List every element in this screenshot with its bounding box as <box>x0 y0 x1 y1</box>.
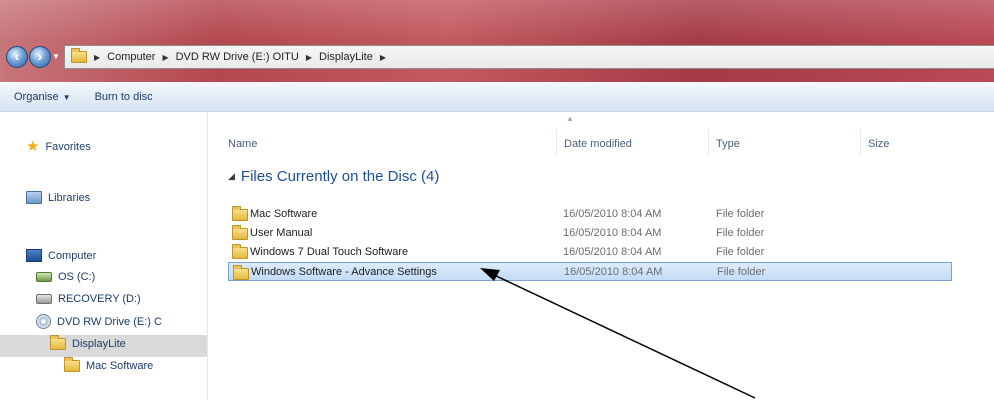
nav-item-displaylite[interactable]: DisplayLite <box>50 335 126 350</box>
organise-label: Organise <box>14 90 59 103</box>
file-row[interactable]: Windows 7 Dual Touch Software 16/05/2010… <box>228 242 952 261</box>
nav-item-label: Libraries <box>48 191 91 204</box>
breadcrumb-dvd-drive[interactable]: DVD RW Drive (E:) OITU <box>176 51 299 63</box>
chevron-down-icon: ▼ <box>62 92 71 102</box>
breadcrumb-displaylite[interactable]: DisplayLite <box>319 51 373 63</box>
file-date: 16/05/2010 8:04 AM <box>563 226 662 239</box>
nav-item-drive-c[interactable]: OS (C:) <box>36 271 95 283</box>
group-header[interactable]: ◢ Files Currently on the Disc (4) <box>228 168 439 185</box>
nav-item-favorites[interactable]: ★ Favorites <box>26 139 91 154</box>
chevron-right-icon[interactable]: ▶ <box>94 53 100 62</box>
file-date: 16/05/2010 8:04 AM <box>563 207 662 220</box>
folder-icon <box>71 48 87 63</box>
column-divider[interactable] <box>860 130 861 156</box>
column-divider[interactable] <box>708 130 709 156</box>
star-icon: ★ <box>26 138 40 155</box>
file-row-selected[interactable]: Windows Software - Advance Settings 16/0… <box>228 262 952 281</box>
file-list-pane: ▲ Name Date modified Type Size ◢ Files C… <box>208 112 994 400</box>
nav-item-label: RECOVERY (D:) <box>58 293 141 305</box>
collapse-triangle-icon[interactable]: ◢ <box>228 171 235 182</box>
column-header-size[interactable]: Size <box>868 138 889 150</box>
folder-icon <box>232 225 248 240</box>
folder-icon <box>232 206 248 221</box>
address-bar[interactable]: ▶ Computer ▶ DVD RW Drive (E:) OITU ▶ Di… <box>64 45 994 69</box>
forward-button[interactable]: › <box>29 46 51 68</box>
nav-item-drive-e[interactable]: DVD RW Drive (E:) C <box>36 314 162 329</box>
file-type: File folder <box>716 207 765 220</box>
organise-button[interactable]: Organise ▼ <box>14 91 71 103</box>
window-titlebar: ‹ › ▼ ▶ Computer ▶ DVD RW Drive (E:) OIT… <box>0 0 994 82</box>
nav-item-label: Computer <box>48 249 97 262</box>
chevron-right-icon[interactable]: ▶ <box>162 53 168 62</box>
file-name: User Manual <box>250 226 313 239</box>
computer-icon <box>26 249 42 262</box>
dvd-drive-icon <box>36 314 51 329</box>
nav-item-drive-d[interactable]: RECOVERY (D:) <box>36 293 141 305</box>
burn-to-disc-button[interactable]: Burn to disc <box>95 91 153 103</box>
folder-icon <box>232 244 248 259</box>
folder-icon <box>50 335 66 350</box>
column-header-name[interactable]: Name <box>228 138 257 150</box>
nav-item-mac-software[interactable]: Mac Software <box>64 357 154 372</box>
command-toolbar: Organise ▼ Burn to disc <box>0 82 994 112</box>
file-type: File folder <box>717 265 766 278</box>
libraries-icon <box>26 191 42 204</box>
chevron-right-icon[interactable]: ▶ <box>306 53 312 62</box>
nav-item-label: DVD RW Drive (E:) C <box>57 315 162 328</box>
nav-item-computer[interactable]: Computer <box>26 249 96 262</box>
recent-pages-dropdown-icon[interactable]: ▼ <box>52 52 62 62</box>
titlebar-sheen <box>0 0 994 42</box>
file-type: File folder <box>716 245 765 258</box>
nav-item-label: OS (C:) <box>58 271 96 283</box>
nav-item-label: DisplayLite <box>72 338 126 350</box>
nav-item-label: Mac Software <box>86 360 154 372</box>
file-type: File folder <box>716 226 765 239</box>
folder-icon <box>233 265 249 280</box>
file-name: Windows Software - Advance Settings <box>251 265 437 278</box>
file-row[interactable]: User Manual 16/05/2010 8:04 AM File fold… <box>228 223 952 242</box>
file-row[interactable]: Mac Software 16/05/2010 8:04 AM File fol… <box>228 204 952 223</box>
column-divider[interactable] <box>556 130 557 156</box>
chevron-right-icon[interactable]: ▶ <box>380 53 386 62</box>
hard-drive-icon <box>36 272 52 282</box>
back-button[interactable]: ‹ <box>6 46 28 68</box>
file-date: 16/05/2010 8:04 AM <box>564 265 663 278</box>
sort-indicator-icon: ▲ <box>566 114 574 123</box>
nav-item-libraries[interactable]: Libraries <box>26 191 90 204</box>
column-header-type[interactable]: Type <box>716 138 740 150</box>
folder-icon <box>64 357 80 372</box>
file-name: Mac Software <box>250 207 318 220</box>
file-name: Windows 7 Dual Touch Software <box>250 245 409 258</box>
navigation-pane: ★ Favorites Libraries Computer OS (C:) R… <box>0 112 208 400</box>
hard-drive-icon <box>36 294 52 304</box>
group-title: Files Currently on the Disc (4) <box>240 168 440 185</box>
nav-item-label: Favorites <box>45 140 91 153</box>
breadcrumb-computer[interactable]: Computer <box>107 51 155 63</box>
file-date: 16/05/2010 8:04 AM <box>563 245 662 258</box>
column-header-date-modified[interactable]: Date modified <box>564 138 632 150</box>
